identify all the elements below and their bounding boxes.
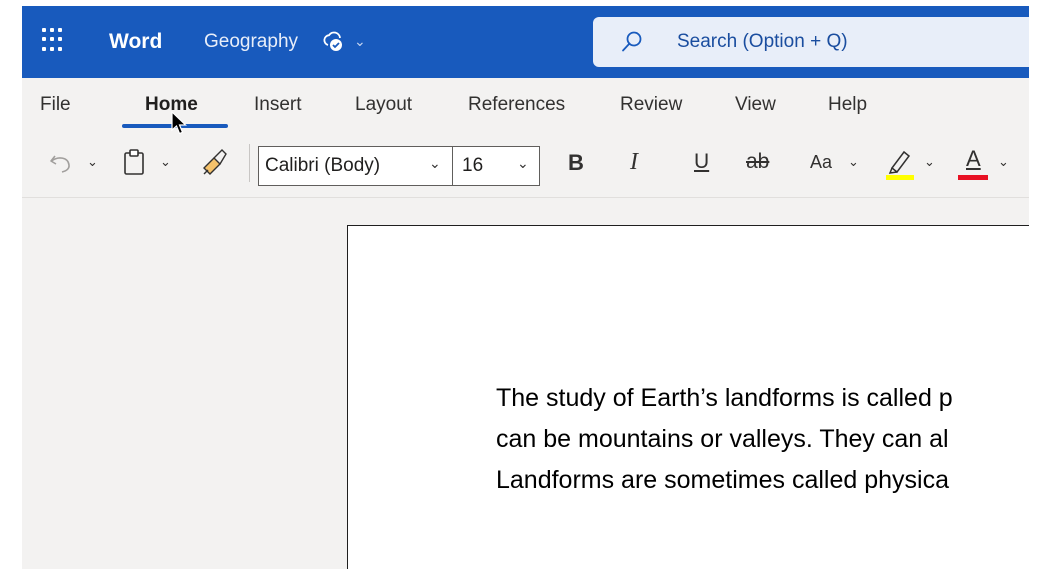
search-icon <box>622 31 642 52</box>
font-size-value: 16 <box>462 155 484 176</box>
cloud-saved-icon[interactable] <box>322 31 344 53</box>
font-color-button[interactable]: A <box>958 146 990 180</box>
font-name-value: Calibri (Body) <box>265 155 381 176</box>
tab-references[interactable]: References <box>468 94 565 116</box>
bold-button[interactable]: B <box>568 150 584 176</box>
mouse-pointer-icon <box>171 111 187 135</box>
highlight-color-bar <box>886 175 914 180</box>
highlight-icon[interactable] <box>884 146 916 180</box>
tab-insert[interactable]: Insert <box>254 94 302 116</box>
app-launcher-icon[interactable] <box>42 28 68 52</box>
document-line[interactable]: can be mountains or valleys. They can al <box>496 419 1029 460</box>
tab-help[interactable]: Help <box>828 94 867 116</box>
chevron-down-icon[interactable]: ⌄ <box>354 33 366 50</box>
font-color-chevron-icon[interactable]: ⌄ <box>998 154 1009 170</box>
font-color-bar <box>958 175 988 180</box>
paste-icon[interactable] <box>122 148 148 176</box>
undo-dropdown-chevron-icon[interactable]: ⌄ <box>87 154 98 170</box>
highlight-chevron-icon[interactable]: ⌄ <box>924 154 935 170</box>
font-color-label: A <box>966 146 981 171</box>
toolbar-divider <box>249 144 250 182</box>
document-body[interactable]: The study of Earth’s landforms is called… <box>496 378 1029 501</box>
change-case-button[interactable]: Aa <box>810 152 832 173</box>
search-box[interactable]: Search (Option + Q) <box>593 17 1029 67</box>
search-input[interactable]: Search (Option + Q) <box>677 31 848 53</box>
italic-button[interactable]: I <box>630 149 638 176</box>
tab-layout[interactable]: Layout <box>355 94 412 116</box>
document-line[interactable]: Landforms are sometimes called physica <box>496 460 1029 501</box>
ribbon: File Home Insert Layout References Revie… <box>22 78 1029 198</box>
document-canvas: The study of Earth’s landforms is called… <box>22 198 1029 569</box>
tab-review[interactable]: Review <box>620 94 682 116</box>
word-window: Word Geography ⌄ Search (Option + Q) Fil… <box>22 6 1029 569</box>
title-bar: Word Geography ⌄ Search (Option + Q) <box>22 6 1029 78</box>
tab-view[interactable]: View <box>735 94 776 116</box>
document-line[interactable]: The study of Earth’s landforms is called… <box>496 378 1029 419</box>
tab-file[interactable]: File <box>40 94 71 116</box>
chevron-down-icon[interactable]: ⌄ <box>429 155 441 172</box>
document-page[interactable]: The study of Earth’s landforms is called… <box>347 225 1029 569</box>
format-painter-icon[interactable] <box>200 148 228 176</box>
app-name[interactable]: Word <box>109 30 162 54</box>
underline-button[interactable]: U <box>694 150 709 174</box>
strikethrough-button[interactable]: ab <box>746 150 769 174</box>
paste-dropdown-chevron-icon[interactable]: ⌄ <box>160 154 171 170</box>
font-name-select[interactable]: Calibri (Body) ⌄ <box>258 146 453 186</box>
font-size-select[interactable]: 16 ⌄ <box>452 146 540 186</box>
change-case-chevron-icon[interactable]: ⌄ <box>848 154 859 170</box>
document-name[interactable]: Geography <box>204 31 298 53</box>
undo-icon[interactable] <box>48 150 74 176</box>
home-toolbar: ⌄ ⌄ Calibri (Body) ⌄ 16 ⌄ B I U ab Aa ⌄ … <box>22 130 1029 188</box>
chevron-down-icon[interactable]: ⌄ <box>517 155 529 172</box>
